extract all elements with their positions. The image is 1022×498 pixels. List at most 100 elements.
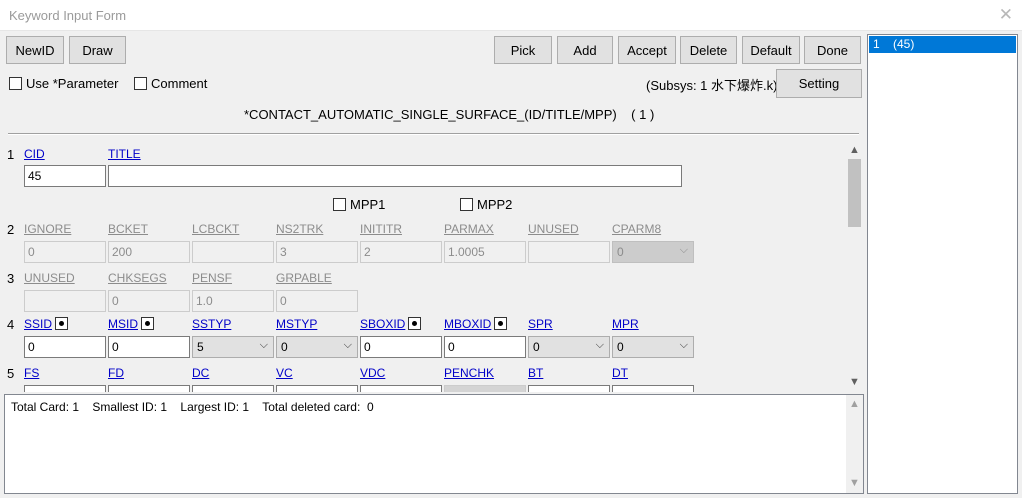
vdc-input[interactable] [360,385,442,392]
field-label-ignore: IGNORE [24,222,72,236]
fs-input[interactable] [24,385,106,392]
done-button[interactable]: Done [804,36,861,64]
field-label-title[interactable]: TITLE [108,147,141,161]
title-bar: Keyword Input Form ✕ [0,0,1022,31]
field-label-vdc[interactable]: VDC [360,366,385,380]
ssid-label[interactable]: SSID [24,317,52,331]
field-label-dt[interactable]: DT [612,366,628,380]
checkbox-box[interactable] [460,198,473,211]
field-label-unused: UNUSED [528,222,579,236]
pick-dot-icon[interactable] [494,317,508,330]
field-label-mboxid[interactable]: MBOXID [444,317,508,331]
subsys-label: (Subsys: 1 水下爆炸.k) [646,78,778,93]
scroll-down-icon[interactable]: ▼ [846,475,863,492]
scroll-up-icon[interactable]: ▲ [846,142,863,159]
field-label-spr[interactable]: SPR [528,317,553,331]
checkbox-box[interactable] [134,77,147,90]
field-label-fs[interactable]: FS [24,366,39,380]
ssid-input[interactable]: 0 [24,336,106,358]
field-label-ssid[interactable]: SSID [24,317,69,331]
msid-input[interactable]: 0 [108,336,190,358]
close-icon[interactable]: ✕ [999,5,1013,25]
pick-dot-icon[interactable] [141,317,154,330]
use-parameter-checkbox[interactable]: Use *Parameter [9,76,118,91]
checkbox-box[interactable] [333,198,346,211]
info-textbox[interactable]: Total Card: 1 Smallest ID: 1 Largest ID:… [4,394,864,494]
penchk-select[interactable] [444,385,526,392]
default-button[interactable]: Default [742,36,800,64]
scroll-thumb[interactable] [848,159,861,227]
accept-button[interactable]: Accept [618,36,676,64]
mboxid-input[interactable]: 0 [444,336,526,358]
pick-dot-icon[interactable] [408,317,422,330]
field-label-cid[interactable]: CID [24,147,45,161]
pensf-input: 1.0 [192,290,274,312]
dropdown-caret-icon[interactable]: ⌵ [680,339,688,352]
select-value: 0 [281,340,288,354]
mpp1-checkbox[interactable]: MPP1 [333,197,385,212]
mstyp-select[interactable]: 0 ⌵ [276,336,358,358]
select-value: 0 [617,245,624,259]
sstyp-select[interactable]: 5 ⌵ [192,336,274,358]
delete-button[interactable]: Delete [680,36,737,64]
dropdown-caret-icon[interactable]: ⌵ [344,339,352,352]
field-label-mpr[interactable]: MPR [612,317,639,331]
field-label-penchk[interactable]: PENCHK [444,366,494,380]
field-label-lcbckt: LCBCKT [192,222,240,236]
select-value: 0 [617,340,624,354]
info-text: Total Card: 1 Smallest ID: 1 Largest ID:… [11,400,374,414]
select-value: 5 [197,340,204,354]
form-scrollbar[interactable]: ▲ ▼ [846,140,863,392]
window-title: Keyword Input Form [9,8,127,23]
add-button[interactable]: Add [557,36,613,64]
setting-button[interactable]: Setting [776,69,862,98]
vc-input[interactable] [276,385,358,392]
pick-button[interactable]: Pick [494,36,552,64]
fd-input[interactable] [108,385,190,392]
sboxid-label[interactable]: SBOXID [360,317,405,331]
id-list[interactable]: 1 (45) [867,34,1018,494]
inititr-input: 2 [360,241,442,263]
dt-input[interactable] [612,385,694,392]
field-label-bt[interactable]: BT [528,366,543,380]
newid-button[interactable]: NewID [6,36,64,64]
card-number: 4 [7,317,15,332]
mpr-select[interactable]: 0 ⌵ [612,336,694,358]
title-input[interactable] [108,165,682,187]
spr-select[interactable]: 0 ⌵ [528,336,610,358]
card-number: 5 [7,366,15,381]
dc-input[interactable] [192,385,274,392]
comment-label: Comment [151,76,208,91]
lcbckt-input [192,241,274,263]
field-label-fd[interactable]: FD [108,366,124,380]
sboxid-input[interactable]: 0 [360,336,442,358]
field-label-parmax: PARMAX [444,222,494,236]
mpp2-checkbox[interactable]: MPP2 [460,197,512,212]
field-label-msid[interactable]: MSID [108,317,154,331]
field-label-sstyp[interactable]: SSTYP [192,317,231,331]
card-number: 1 [7,147,15,162]
scroll-up-icon[interactable]: ▲ [846,396,863,413]
info-scrollbar[interactable]: ▲ ▼ [846,395,863,493]
dropdown-caret-icon[interactable]: ⌵ [260,339,268,352]
bt-input[interactable] [528,385,610,392]
draw-button[interactable]: Draw [69,36,126,64]
scroll-down-icon[interactable]: ▼ [846,374,863,391]
field-label-mstyp[interactable]: MSTYP [276,317,317,331]
cid-input[interactable]: 45 [24,165,106,187]
field-label-dc[interactable]: DC [192,366,209,380]
field-label-cparm8: CPARM8 [612,222,662,236]
checkbox-box[interactable] [9,77,22,90]
use-parameter-label: Use *Parameter [26,76,119,91]
comment-checkbox[interactable]: Comment [134,76,207,91]
field-label-sboxid[interactable]: SBOXID [360,317,422,331]
list-item[interactable]: 1 (45) [869,36,1016,53]
field-label-vc[interactable]: VC [276,366,293,380]
keyword-title: *CONTACT_AUTOMATIC_SINGLE_SURFACE_(ID/TI… [244,107,655,122]
pick-dot-icon[interactable] [55,317,69,330]
chksegs-input: 0 [108,290,190,312]
mboxid-label[interactable]: MBOXID [444,317,491,331]
dropdown-caret-icon[interactable]: ⌵ [596,339,604,352]
msid-label[interactable]: MSID [108,317,138,331]
select-value: 0 [533,340,540,354]
